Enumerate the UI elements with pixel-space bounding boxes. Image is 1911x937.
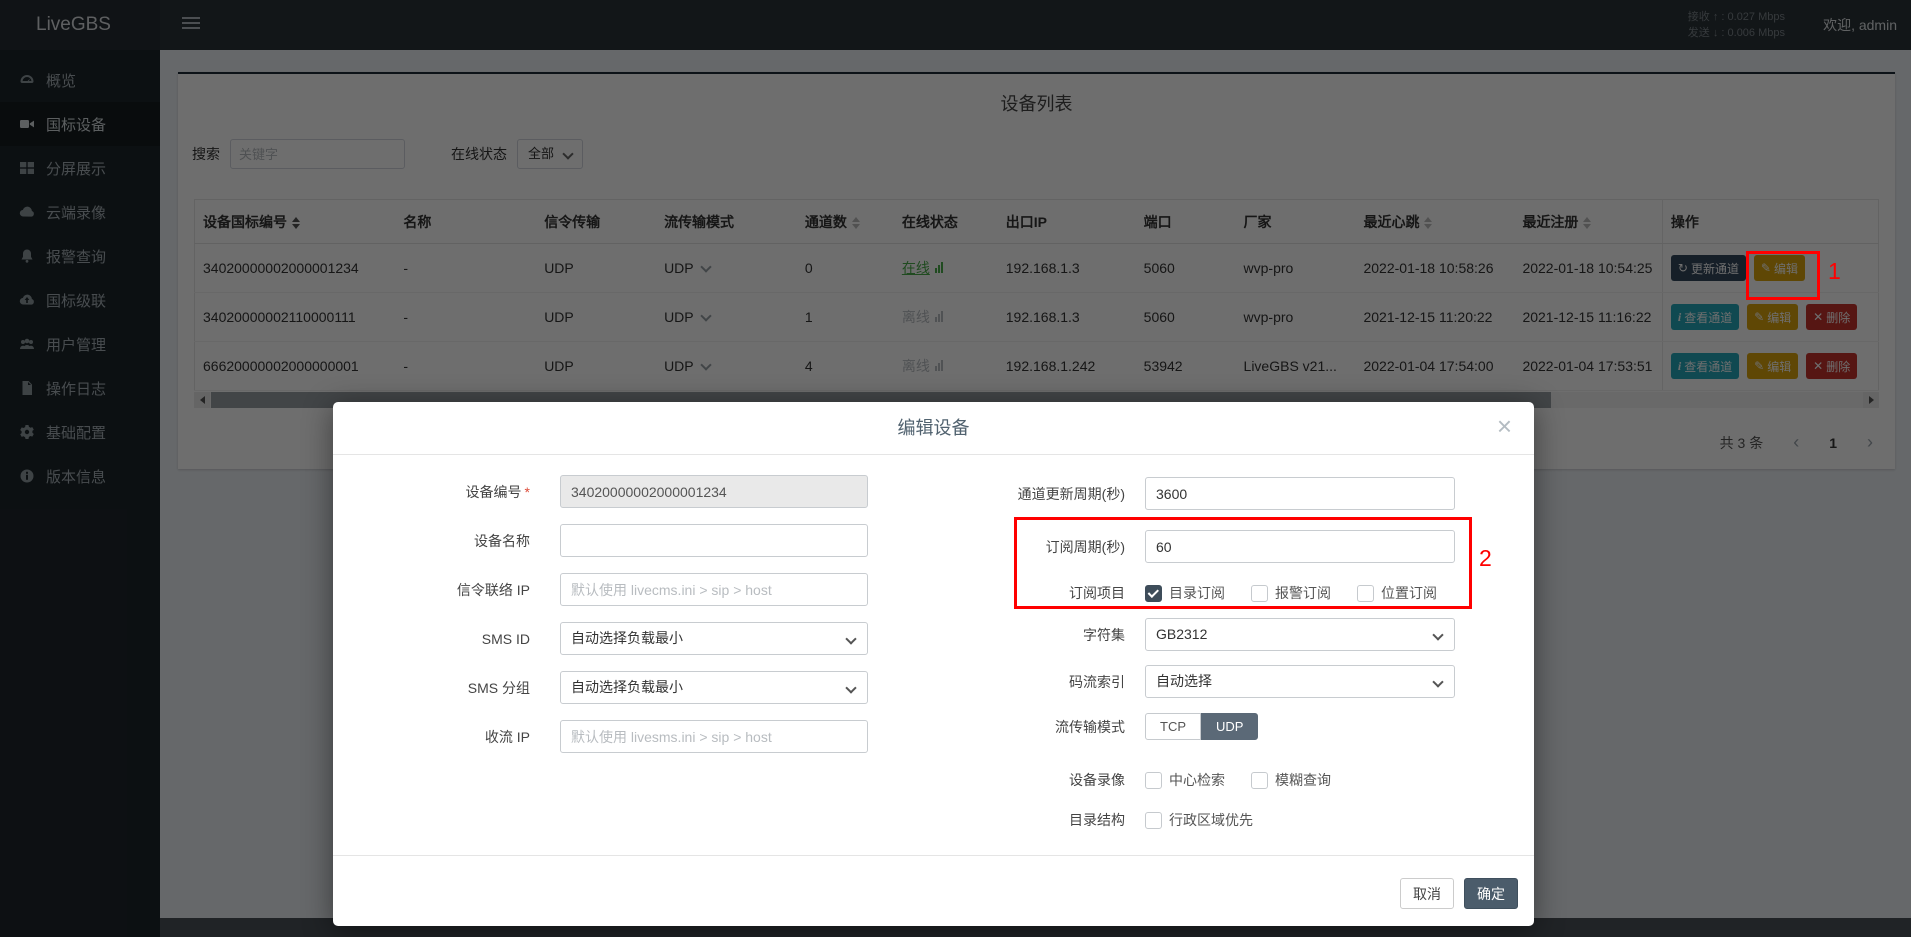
checkbox-directory-subscribe[interactable] bbox=[1145, 585, 1162, 602]
checkbox-center-search[interactable] bbox=[1145, 772, 1162, 789]
modal-title: 编辑设备 bbox=[333, 402, 1534, 455]
sms-id-select[interactable]: 自动选择负载最小 bbox=[560, 622, 868, 655]
stream-index-select[interactable]: 自动选择 bbox=[1145, 665, 1455, 698]
chevron-down-icon bbox=[845, 633, 856, 644]
form-row-sms-id: SMS ID 自动选择负载最小 bbox=[333, 622, 868, 655]
charset-select[interactable]: GB2312 bbox=[1145, 618, 1455, 651]
edit-device-modal: 编辑设备 × 设备编号* 设备名称 信令联络 IP SMS ID 自动选择负载最… bbox=[333, 402, 1534, 926]
modal-footer: 取消 确定 bbox=[333, 855, 1534, 926]
checkbox-fuzzy-query[interactable] bbox=[1251, 772, 1268, 789]
form-row-signal-ip: 信令联络 IP bbox=[333, 573, 868, 606]
device-id-field bbox=[560, 475, 868, 508]
form-row-dir-structure: 目录结构 行政区域优先 bbox=[953, 810, 1253, 830]
chevron-down-icon bbox=[845, 682, 856, 693]
chevron-down-icon bbox=[1432, 629, 1443, 640]
form-row-charset: 字符集 GB2312 bbox=[953, 618, 1455, 651]
stream-receive-ip-field[interactable] bbox=[560, 720, 868, 753]
required-asterisk: * bbox=[525, 484, 530, 500]
cancel-button[interactable]: 取消 bbox=[1400, 878, 1454, 909]
form-row-stream-mode: 流传输模式 TCP UDP bbox=[953, 713, 1258, 740]
chevron-down-icon bbox=[1432, 676, 1443, 687]
form-row-channel-period: 通道更新周期(秒) bbox=[953, 477, 1455, 510]
device-name-field[interactable] bbox=[560, 524, 868, 557]
signal-contact-ip-field[interactable] bbox=[560, 573, 868, 606]
checkbox-alarm-subscribe[interactable] bbox=[1251, 585, 1268, 602]
form-row-sms-group: SMS 分组 自动选择负载最小 bbox=[333, 671, 868, 704]
form-row-subscribe-items: 订阅项目 目录订阅 报警订阅 位置订阅 bbox=[953, 583, 1437, 603]
checkbox-position-subscribe[interactable] bbox=[1357, 585, 1374, 602]
form-row-subscribe-period: 订阅周期(秒) bbox=[953, 530, 1455, 563]
form-row-device-id: 设备编号* bbox=[333, 475, 868, 508]
channel-update-period-field[interactable] bbox=[1145, 477, 1455, 510]
check-icon bbox=[1147, 587, 1158, 598]
udp-option-button[interactable]: UDP bbox=[1201, 713, 1258, 740]
form-row-device-name: 设备名称 bbox=[333, 524, 868, 557]
form-row-device-record: 设备录像 中心检索 模糊查询 bbox=[953, 770, 1331, 790]
ok-button[interactable]: 确定 bbox=[1464, 878, 1518, 909]
stream-mode-toggle: TCP UDP bbox=[1145, 713, 1258, 740]
tcp-option-button[interactable]: TCP bbox=[1145, 713, 1201, 740]
form-row-stream-index: 码流索引 自动选择 bbox=[953, 665, 1455, 698]
sms-group-select[interactable]: 自动选择负载最小 bbox=[560, 671, 868, 704]
checkbox-admin-region-first[interactable] bbox=[1145, 812, 1162, 829]
livegbs-app: LiveGBS 概览 国标设备 分屏展示 云端录像 报警查询 bbox=[0, 0, 1911, 937]
form-row-recv-ip: 收流 IP bbox=[333, 720, 868, 753]
subscribe-period-field[interactable] bbox=[1145, 530, 1455, 563]
close-icon[interactable]: × bbox=[1491, 410, 1518, 443]
